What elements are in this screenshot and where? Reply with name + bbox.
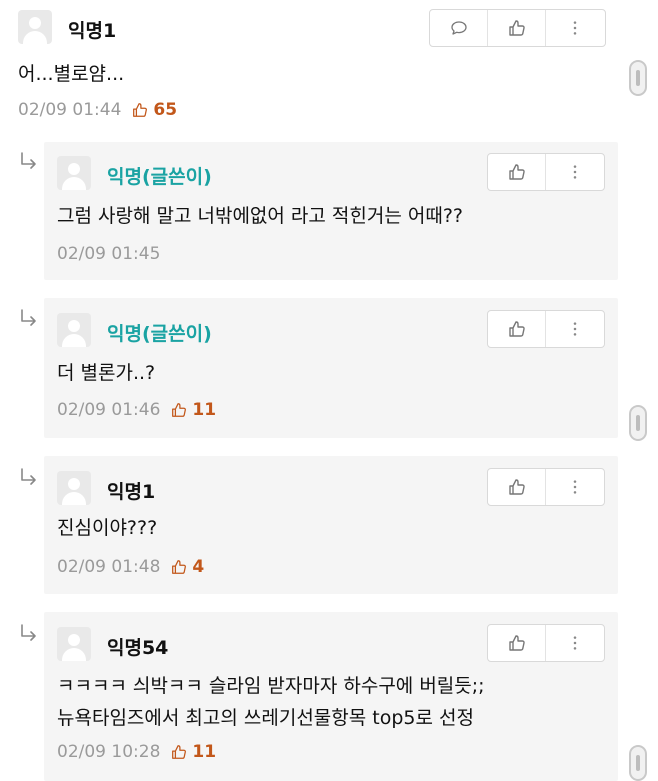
comment-author[interactable]: 익명1 [68,16,116,43]
comment-bubble-icon [449,18,469,38]
thumbs-up-icon [507,18,527,38]
more-button[interactable] [545,154,603,190]
scroll-handle[interactable] [629,745,647,781]
user-avatar-icon [57,627,91,661]
thumbs-up-icon [507,477,527,497]
like-count: 4 [170,557,204,577]
thumbs-up-icon [507,162,527,182]
thumbs-up-icon [170,558,188,576]
like-count-value: 4 [192,557,205,577]
comment-actions [487,153,605,191]
thumbs-up-icon [507,633,527,653]
comment-meta: 02/09 01:45 [57,244,160,264]
comment-text-line: ㅋㅋㅋㅋ 싀박ㅋㅋ 슬라임 받자마자 하수구에 버릴듯;; [57,675,485,697]
like-count-value: 65 [153,100,178,120]
comment-actions [487,468,605,506]
thumbs-up-icon [170,743,188,761]
comment-actions [487,624,605,662]
thumbs-up-icon [507,319,527,339]
reply-arrow-icon [18,466,40,488]
like-button[interactable] [488,311,545,347]
scroll-handle[interactable] [629,60,647,96]
like-count: 65 [131,100,177,120]
reply-2: 익명(글쓴이) 더 별론가..? 02/09 01:46 11 [44,298,618,438]
like-button[interactable] [488,625,545,661]
comment-actions [487,310,605,348]
comment-meta: 02/09 01:44 65 [18,100,177,120]
like-button[interactable] [488,154,545,190]
comment-text: 어...별로얌... [18,63,125,85]
thumbs-up-icon [170,401,188,419]
reply-arrow-icon [18,307,40,329]
comment-text-line: 뉴욕타임즈에서 최고의 쓰레기선물항목 top5로 선정 [57,707,474,729]
like-count: 11 [170,742,216,762]
comment-author[interactable]: 익명1 [107,477,155,504]
comment-text: 진심이야??? [57,517,158,539]
more-button[interactable] [545,469,603,505]
user-avatar-icon [18,10,52,44]
comment-meta: 02/09 10:28 11 [57,742,216,762]
reply-arrow-icon [18,622,40,644]
more-button[interactable] [545,311,603,347]
like-button[interactable] [487,10,545,46]
like-count-value: 11 [192,400,217,420]
reply-3: 익명1 진심이야??? 02/09 01:48 4 [44,456,618,594]
comment-time: 02/09 01:48 [57,557,161,577]
thumbs-up-icon [131,101,149,119]
user-avatar-icon [57,156,91,190]
comment-text: 그럼 사랑해 말고 너밖에없어 라고 적힌거는 어때?? [57,205,464,227]
scroll-handle[interactable] [629,405,647,441]
user-avatar-icon [57,313,91,347]
comment-actions [429,9,606,47]
user-avatar-icon [57,471,91,505]
comment-author[interactable]: 익명(글쓴이) [107,162,212,189]
comment-meta: 02/09 01:48 4 [57,557,204,577]
like-count-value: 11 [192,742,217,762]
comment-text: 더 별론가..? [57,362,156,384]
reply-arrow-icon [18,150,40,172]
comment-author[interactable]: 익명54 [107,633,168,660]
comment-time: 02/09 01:44 [18,100,122,120]
reply-4: 익명54 ㅋㅋㅋㅋ 싀박ㅋㅋ 슬라임 받자마자 하수구에 버릴듯;; 뉴욕타임즈… [44,612,618,781]
reply-1: 익명(글쓴이) 그럼 사랑해 말고 너밖에없어 라고 적힌거는 어때?? 02/… [44,142,618,280]
more-button[interactable] [545,10,603,46]
more-vertical-icon [566,634,584,652]
reply-button[interactable] [430,10,487,46]
more-button[interactable] [545,625,603,661]
comment-time: 02/09 01:46 [57,400,161,420]
more-vertical-icon [566,320,584,338]
comment-author[interactable]: 익명(글쓴이) [107,319,212,346]
comment-time: 02/09 01:45 [57,244,161,264]
like-count: 11 [170,400,216,420]
comment-1: 익명1 어...별로얌... 02/09 01:44 65 [0,0,658,135]
comment-meta: 02/09 01:46 11 [57,400,216,420]
more-vertical-icon [566,478,584,496]
more-vertical-icon [566,19,584,37]
more-vertical-icon [566,163,584,181]
like-button[interactable] [488,469,545,505]
comment-time: 02/09 10:28 [57,742,161,762]
